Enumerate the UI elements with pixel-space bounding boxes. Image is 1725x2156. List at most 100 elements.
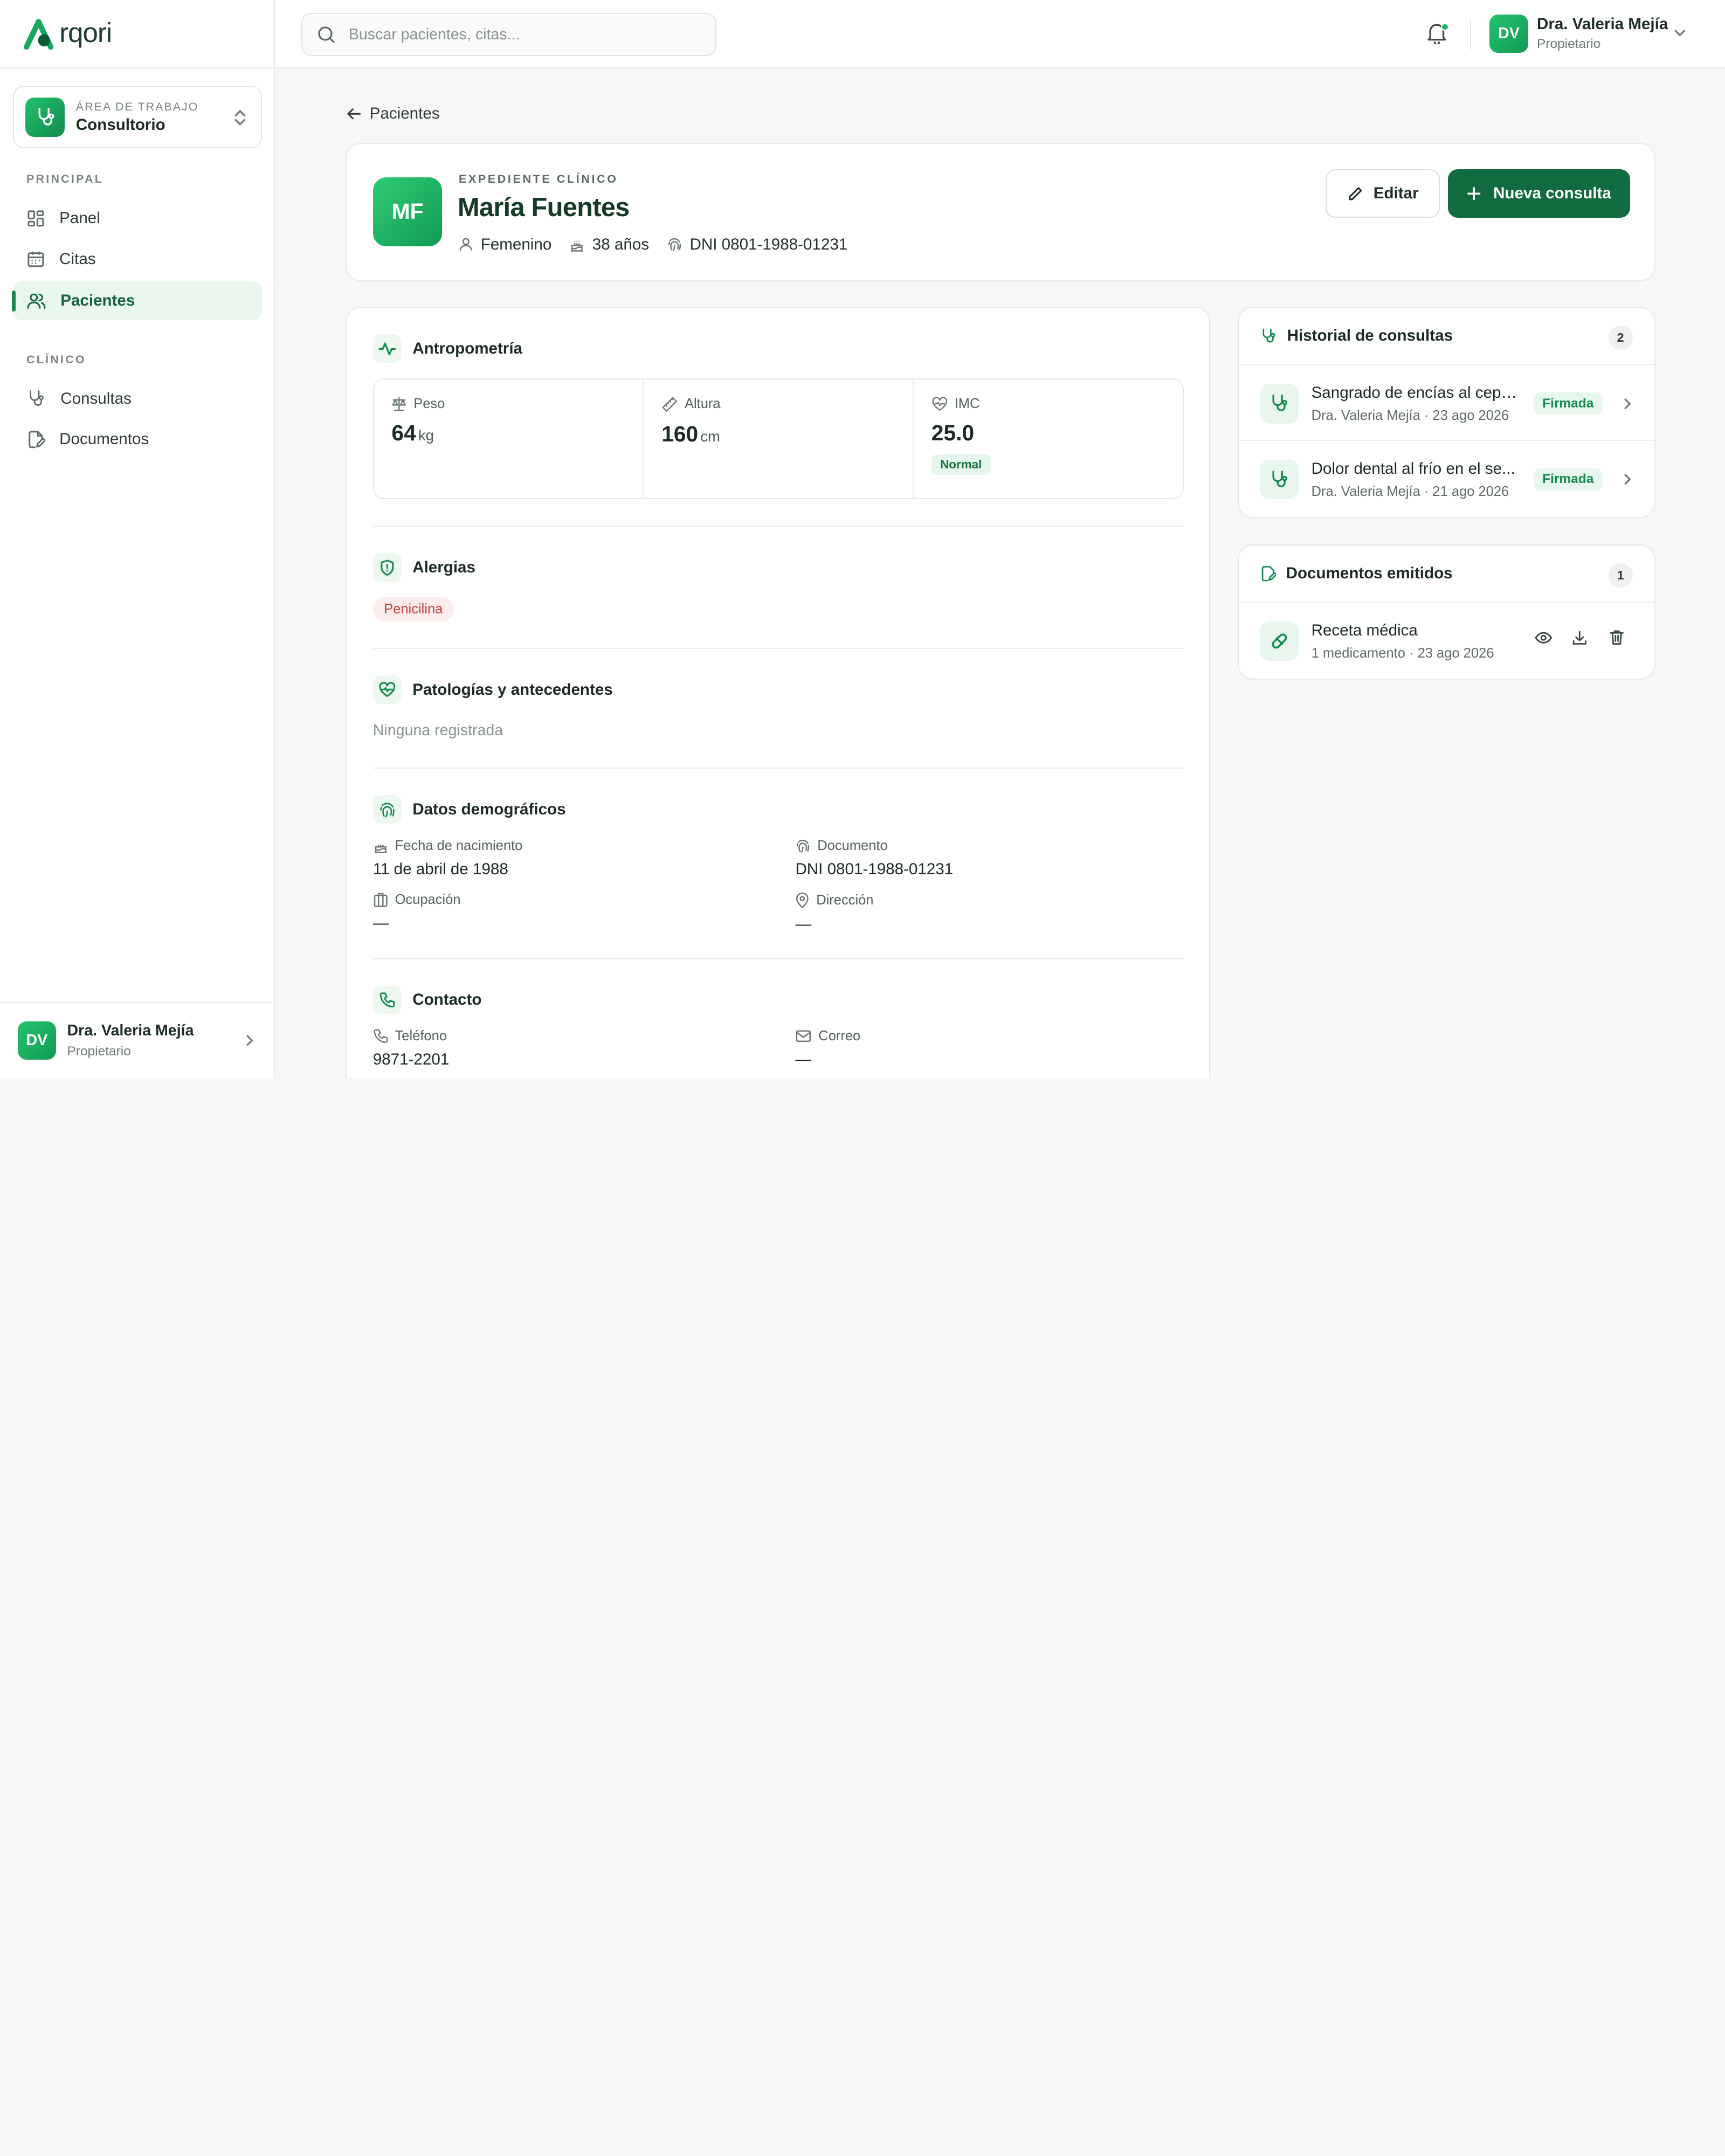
search-box[interactable] [301,13,716,57]
shield-alert-icon [372,553,402,582]
field-label: Correo [818,1028,861,1044]
weight-unit: kg [418,426,434,444]
divider [372,958,1184,959]
new-consult-label: Nueva consulta [1493,184,1611,203]
section-title: Patologías y antecedentes [412,680,613,699]
weight-cell: Peso 64 kg [374,379,644,499]
issued-documents-card: Documentos emitidos 1 Receta médica 1 me… [1237,544,1656,680]
history-title: Historial de consultas [1287,327,1453,345]
brand-name: rqori [59,17,112,48]
mail-icon [796,1030,811,1042]
birth-value: 11 de abril de 1988 [372,860,508,879]
anthropometry-grid: Peso 64 kg Altura 160 cm IMC 25.0 Normal [372,378,1184,500]
consult-title: Sangrado de encías al cepil... [1311,384,1521,402]
heart-pulse-icon [932,397,947,411]
status-badge: Firmada [1533,392,1603,414]
height-unit: cm [700,427,720,445]
bmi-cell: IMC 25.0 Normal [914,379,1183,498]
chevron-updown-icon [234,109,245,126]
trash-icon[interactable] [1610,629,1624,646]
back-link[interactable]: Pacientes [347,105,440,123]
sidebar-item-pacientes[interactable]: Pacientes [12,281,262,320]
section-demographics: Datos demográficos [372,795,566,824]
sidebar-item-label: Citas [59,250,96,268]
chevron-right-icon [1624,474,1631,485]
document-icon [1261,565,1276,581]
logo-icon [23,18,53,50]
field-label: Fecha de nacimiento [395,838,523,854]
stethoscope-icon [1259,384,1300,424]
document-value: DNI 0801-1988-01231 [795,860,954,879]
cake-icon [374,845,387,853]
sidebar-user[interactable]: DV Dra. Valeria Mejía Propietario [0,1002,275,1078]
field-label: Documento [817,838,888,854]
documents-header: Documentos emitidos [1260,564,1453,583]
weight-value: 64 [391,420,416,445]
fingerprint-icon [797,840,810,853]
sidebar-item-panel[interactable]: Panel [13,199,261,237]
search-input[interactable] [348,25,679,44]
patient-age: 38 años [592,235,650,253]
phone-icon [374,1029,388,1044]
address-field: Dirección — [795,892,873,934]
nav-section-clinico: CLÍNICO [26,353,86,367]
pill-icon [1259,621,1300,661]
eye-icon[interactable] [1535,631,1552,644]
sidebar-item-label: Documentos [59,430,149,448]
field-label: Dirección [816,892,874,908]
brand-logo[interactable]: rqori [0,0,274,68]
sidebar-item-documentos[interactable]: Documentos [13,420,261,459]
list-item[interactable]: Sangrado de encías al cepil... Dra. Vale… [1238,364,1655,440]
address-value: — [795,915,812,933]
section-title: Antropometría [412,339,522,357]
workspace-name: Consultorio [75,115,165,134]
section-pathologies: Patologías y antecedentes [372,675,613,704]
building-icon [374,893,388,907]
workspace-switcher[interactable]: ÁREA DE TRABAJO Consultorio [13,86,262,149]
person-icon [459,238,472,251]
edit-label: Editar [1373,184,1419,203]
topbar-user-menu[interactable]: DV Dra. Valeria Mejía Propietario [1489,14,1686,53]
pencil-icon [1349,187,1362,201]
list-item[interactable]: Dolor dental al frío en el se... Dra. Va… [1238,440,1655,516]
list-item[interactable]: Receta médica 1 medicamento · 23 ago 202… [1238,602,1655,678]
bmi-status-badge: Normal [931,454,991,475]
height-label: Altura [684,396,721,412]
document-title: Receta médica [1311,621,1418,639]
pathologies-empty: Ninguna registrada [372,721,503,739]
allergy-tag: Penicilina [372,597,454,622]
phone-icon [372,985,402,1014]
occupation-field: Ocupación — [373,892,461,932]
section-title: Alergias [412,558,475,576]
search-icon [318,26,335,43]
field-label: Ocupación [395,892,461,908]
status-badge: Firmada [1533,468,1603,490]
bmi-value: 25.0 [931,420,975,445]
edit-button[interactable]: Editar [1326,169,1440,218]
download-icon[interactable] [1572,630,1588,646]
patient-details-card: Antropometría Peso 64 kg Altura 160 cm I… [345,307,1210,1078]
document-field: Documento DNI 0801-1988-01231 [795,838,953,879]
sidebar-item-citas[interactable]: Citas [13,240,261,278]
new-consult-button[interactable]: Nueva consulta [1447,169,1631,218]
user-name: Dra. Valeria Mejía [67,1021,194,1039]
users-icon [27,293,46,309]
workspace-kicker: ÁREA DE TRABAJO [75,100,199,113]
occupation-value: — [372,914,389,932]
document-meta: 1 medicamento · 23 ago 2026 [1311,645,1494,661]
sidebar-item-consultas[interactable]: Consultas [13,379,261,418]
documents-count-badge: 1 [1608,563,1633,588]
back-label: Pacientes [369,104,440,122]
arrow-left-icon [347,108,361,119]
chevron-right-icon [246,1035,253,1046]
field-label: Teléfono [395,1028,447,1044]
stethoscope-icon [1259,459,1300,500]
fingerprint-icon [372,795,402,824]
patient-gender: Femenino [480,235,552,253]
weight-label: Peso [413,396,445,411]
patient-header-card: MF EXPEDIENTE CLÍNICO María Fuentes Feme… [345,143,1656,282]
height-cell: Altura 160 cm [644,379,914,499]
document-icon [29,431,45,448]
divider [372,768,1184,769]
stethoscope-icon [30,390,44,406]
